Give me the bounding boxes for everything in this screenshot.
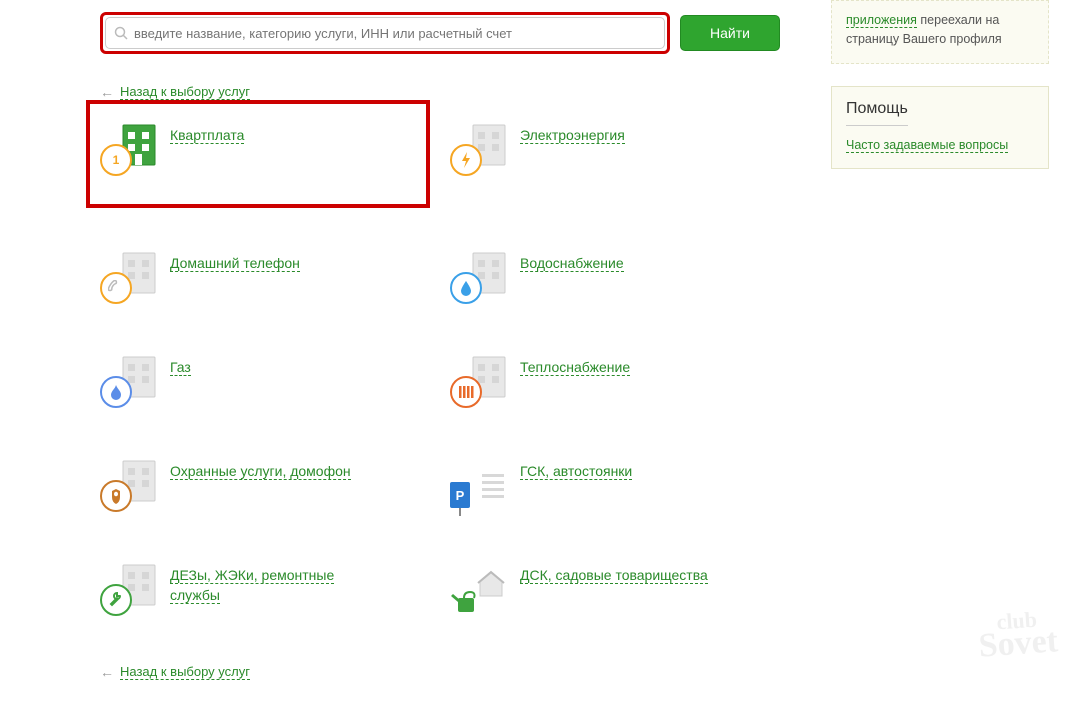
search-field-container [105, 17, 665, 49]
service-link[interactable]: Газ [170, 359, 191, 376]
service-heat[interactable]: Теплоснабжение [450, 356, 780, 416]
back-link-bottom: ← Назад к выбору услуг [100, 664, 780, 680]
service-gas[interactable]: Газ [100, 356, 430, 416]
sidebar-notice: приложения переехали на страницу Вашего … [831, 0, 1049, 64]
house-icon [476, 570, 506, 598]
service-dez[interactable]: ДЕЗы, ЖЭКи, ремонтные службы [100, 564, 430, 624]
search-icon [114, 26, 128, 40]
water-icon [450, 252, 506, 308]
heat-icon [450, 356, 506, 412]
service-dsk[interactable]: ДСК, садовые товарищества [450, 564, 780, 624]
radiator-icon [450, 376, 482, 408]
dez-icon [100, 564, 156, 620]
wrench-icon [100, 584, 132, 616]
flame-icon [100, 376, 132, 408]
service-water[interactable]: Водоснабжение [450, 252, 780, 312]
service-security[interactable]: Охранные услуги, домофон [100, 460, 430, 520]
service-link[interactable]: ГСК, автостоянки [520, 463, 632, 480]
electro-icon [450, 124, 506, 180]
service-link[interactable]: Квартплата [170, 127, 244, 144]
bolt-icon [450, 144, 482, 176]
watermark: club Sovet [976, 610, 1058, 660]
service-link[interactable]: Охранные услуги, домофон [170, 463, 351, 480]
service-link[interactable]: ДСК, садовые товарищества [520, 567, 708, 584]
p-sign-icon: P [450, 482, 470, 508]
help-title: Помощь [846, 97, 908, 126]
search-button[interactable]: Найти [680, 15, 780, 51]
main-content: Найти ← Назад к выбору услуг 1 Квартплат… [100, 0, 780, 704]
gas-icon [100, 356, 156, 412]
guard-icon [100, 480, 132, 512]
service-electro[interactable]: Электроэнергия [450, 124, 780, 208]
search-row: Найти [100, 0, 780, 66]
watering-can-icon [450, 590, 480, 616]
arrow-left-icon: ← [100, 664, 114, 680]
phone-icon [100, 252, 156, 308]
handset-icon [100, 272, 132, 304]
arrow-left-icon: ← [100, 84, 114, 100]
service-link[interactable]: Электроэнергия [520, 127, 625, 144]
service-link[interactable]: Домашний телефон [170, 255, 300, 272]
search-input[interactable] [134, 26, 656, 41]
service-kvartplata[interactable]: 1 Квартплата [86, 100, 430, 208]
help-faq-link[interactable]: Часто задаваемые вопросы [846, 138, 1008, 153]
kvartplata-icon: 1 [100, 124, 156, 180]
back-link-top: ← Назад к выбору услуг [100, 84, 780, 100]
service-link[interactable]: Теплоснабжение [520, 359, 630, 376]
service-link[interactable]: ДЕЗы, ЖЭКи, ремонтные службы [170, 567, 334, 604]
services-grid: 1 Квартплата Электроэнергия Домашний тел… [100, 124, 780, 624]
sidebar-help: Помощь Часто задаваемые вопросы [831, 86, 1049, 170]
back-link[interactable]: Назад к выбору услуг [120, 84, 250, 100]
sidebar: приложения переехали на страницу Вашего … [831, 0, 1049, 169]
security-icon [100, 460, 156, 516]
droplet-icon [450, 272, 482, 304]
badge-icon: 1 [100, 144, 132, 176]
dsk-icon [450, 564, 506, 620]
back-link[interactable]: Назад к выбору услуг [120, 664, 250, 680]
service-parking[interactable]: P ГСК, автостоянки [450, 460, 780, 520]
service-phone[interactable]: Домашний телефон [100, 252, 430, 312]
notice-link[interactable]: приложения [846, 13, 917, 28]
parking-icon: P [450, 460, 506, 516]
search-highlight-frame [100, 12, 670, 54]
service-link[interactable]: Водоснабжение [520, 255, 624, 272]
